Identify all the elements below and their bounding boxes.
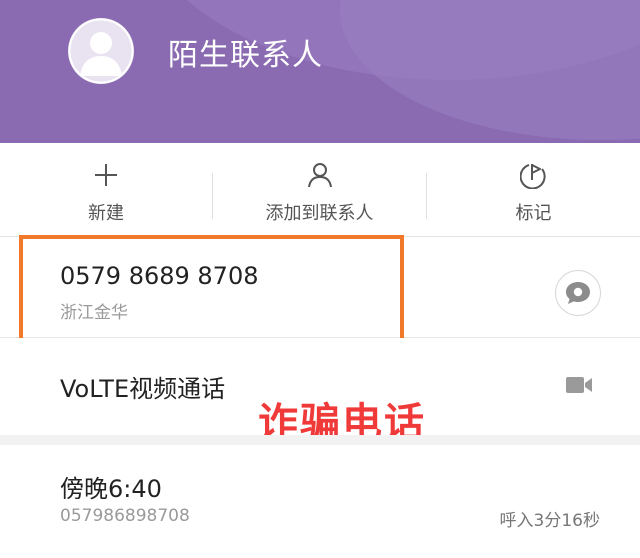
new-contact-label: 新建 <box>88 203 124 224</box>
header-decoration <box>340 0 640 140</box>
person-silhouette-icon <box>68 18 134 84</box>
plus-icon <box>95 164 117 186</box>
send-message-button[interactable] <box>555 270 601 316</box>
section-gap <box>0 435 640 445</box>
action-bar: 新建 添加到联系人 标记 <box>0 143 640 237</box>
call-duration: 呼入3分16秒 <box>499 511 600 531</box>
add-to-contacts-label: 添加到联系人 <box>265 203 374 224</box>
mark-button[interactable]: 标记 <box>427 143 640 236</box>
contact-detail-screen: 陌生联系人 新建 添加到联系人 标记 0579 8689 8708 浙江金华 V… <box>0 0 640 558</box>
video-camera-icon[interactable] <box>565 375 593 395</box>
person-icon <box>307 163 332 188</box>
contact-header: 陌生联系人 <box>0 0 640 143</box>
add-to-contacts-button[interactable]: 添加到联系人 <box>213 143 426 236</box>
volte-label: VoLTE视频通话 <box>60 375 226 403</box>
call-log-item[interactable]: 傍晚6:40 057986898708 呼入3分16秒 <box>0 445 640 558</box>
highlight-annotation-box <box>19 235 404 352</box>
call-number: 057986898708 <box>60 506 190 526</box>
avatar[interactable] <box>68 18 134 84</box>
flag-icon <box>519 164 546 189</box>
contact-name: 陌生联系人 <box>168 38 323 73</box>
new-contact-button[interactable]: 新建 <box>0 143 212 236</box>
call-time: 傍晚6:40 <box>60 475 162 503</box>
message-bubble-icon <box>566 282 590 304</box>
mark-label: 标记 <box>515 203 552 224</box>
